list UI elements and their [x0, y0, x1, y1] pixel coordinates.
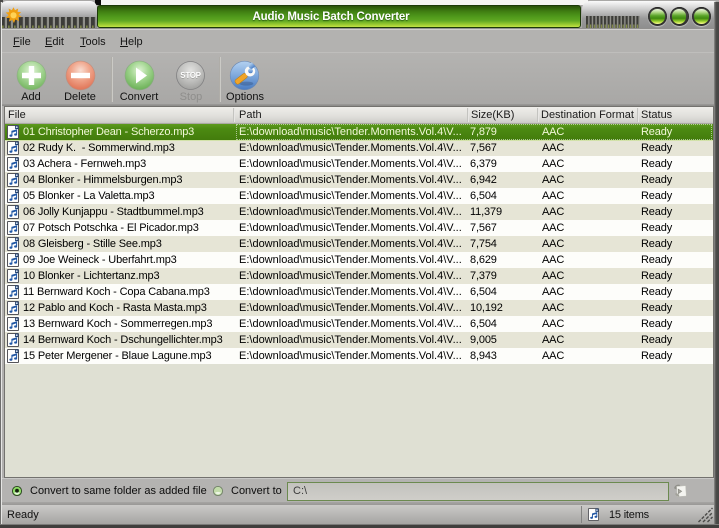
svg-text:STOP: STOP [180, 71, 201, 80]
